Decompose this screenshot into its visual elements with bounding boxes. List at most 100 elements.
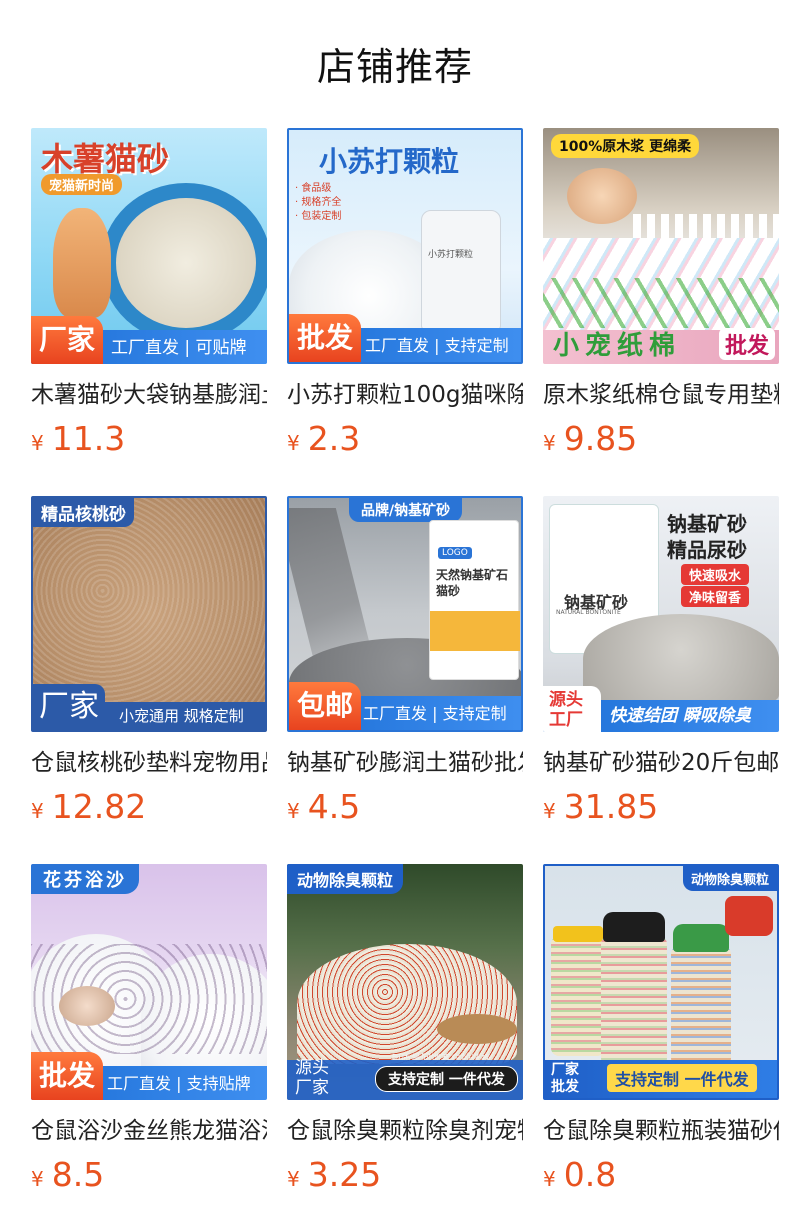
currency-symbol: ¥: [287, 799, 300, 823]
product-price: ¥31.85: [543, 787, 658, 826]
image-top-label: 精品核桃砂: [33, 498, 134, 527]
product-price: ¥3.25: [287, 1155, 381, 1194]
litter-pile: [116, 198, 256, 328]
promo-band-text: 工厂直发 | 可贴牌: [111, 338, 247, 358]
product-bag: LOGO 天然钠基矿石猫砂: [429, 520, 520, 680]
jar-cap: [725, 896, 773, 936]
litter-pile: [583, 614, 779, 704]
product-price: ¥2.3: [287, 419, 360, 458]
product-badge: 包邮: [289, 682, 362, 730]
green-leaves: [543, 278, 779, 328]
product-badge: 厂家: [31, 316, 104, 364]
product-image[interactable]: 小苏打颗粒 · 食品级 · 规格齐全 · 包装定制 小苏打颗粒 批发 工厂直发 …: [287, 128, 523, 364]
jar-cap: [603, 912, 665, 942]
currency-symbol: ¥: [31, 1167, 44, 1191]
feature-tag: 净味留香: [681, 586, 750, 607]
product-image[interactable]: 木薯猫砂 宠猫新时尚 厂家 工厂直发 | 可贴牌: [31, 128, 267, 364]
bag-label: 小苏打颗粒: [428, 250, 474, 260]
bag-sublabel: NATURAL BONTONITE: [556, 609, 621, 616]
wooden-tray: [437, 1014, 517, 1044]
price-value: 4.5: [307, 787, 361, 826]
product-badge: 厂家: [33, 684, 105, 730]
product-title[interactable]: 钠基矿砂猫砂20斤包邮: [543, 749, 779, 777]
price-value: 3.25: [307, 1155, 382, 1194]
bag-logo: LOGO: [438, 547, 472, 559]
price-value: 2.3: [307, 419, 361, 458]
promo-band-text: 工厂直发 | 支持定制: [365, 336, 509, 355]
product-badge: 批发: [31, 1052, 104, 1100]
feature-item: · 食品级: [295, 183, 332, 194]
jar: [601, 936, 667, 1066]
product-badge: 源头厂家: [295, 1058, 329, 1098]
image-headline: 小苏打颗粒: [319, 145, 460, 178]
feature-list: · 食品级 · 规格齐全 · 包装定制: [295, 182, 341, 224]
image-top-label: 花芬浴沙: [31, 864, 139, 894]
promo-band-text: 工厂直发 | 支持定制: [363, 704, 507, 723]
image-top-label: 品牌/钠基矿砂: [349, 498, 463, 522]
price-value: 0.8: [563, 1155, 617, 1194]
currency-symbol: ¥: [287, 1167, 300, 1191]
granule-pile: [297, 944, 517, 1064]
feature-item: · 包装定制: [295, 211, 342, 222]
product-title[interactable]: 仓鼠除臭颗粒瓶装猫砂伴侣: [543, 1117, 779, 1145]
currency-symbol: ¥: [543, 1167, 556, 1191]
product-bag: 小苏打颗粒: [421, 210, 501, 330]
product-title[interactable]: 木薯猫砂大袋钠基膨润土: [31, 381, 267, 409]
product-image[interactable]: 品牌/钠基矿砂 LOGO 天然钠基矿石猫砂 包邮 工厂直发 | 支持定制: [287, 496, 523, 732]
image-headline: 小宠纸棉: [553, 331, 682, 361]
price-value: 12.82: [51, 787, 147, 826]
promo-band-text: 小宠通用 规格定制: [119, 707, 244, 725]
product-image[interactable]: 动物除臭颗粒 厂家批发 支持定制 一件代发: [543, 864, 779, 1100]
image-tag: 宠猫新时尚: [41, 174, 123, 195]
product-price: ¥11.3: [31, 419, 125, 458]
promo-band-text: 快速结团 瞬吸除臭: [609, 706, 751, 726]
currency-symbol: ¥: [287, 431, 300, 455]
page-title: 店铺推荐: [316, 45, 473, 89]
promo-band-text: 工厂直发 | 支持贴牌: [107, 1074, 251, 1093]
jar: [671, 946, 731, 1066]
product-title[interactable]: 钠基矿砂膨润土猫砂批发: [287, 749, 523, 777]
currency-symbol: ¥: [31, 799, 44, 823]
image-headline: 钠基矿砂: [667, 512, 747, 536]
product-image[interactable]: 钠基矿砂 NATURAL BONTONITE 钠基矿砂 精品尿砂 快速吸水 净味…: [543, 496, 779, 732]
hamster-figure: [59, 986, 115, 1026]
product-badge: 批发: [718, 328, 775, 360]
price-value: 9.85: [563, 419, 638, 458]
product-title[interactable]: 仓鼠核桃砂垫料宠物用品: [31, 749, 267, 777]
bag-label: 天然钠基矿石猫砂: [436, 568, 509, 598]
product-image[interactable]: 100%原木浆 更绵柔 小宠纸棉 批发: [543, 128, 779, 364]
product-image[interactable]: 精品核桃砂 厂家 小宠通用 规格定制: [31, 496, 267, 732]
jar: [551, 936, 605, 1056]
feature-item: · 规格齐全: [295, 197, 342, 208]
product-price: ¥12.82: [31, 787, 146, 826]
product-price: ¥0.8: [543, 1155, 616, 1194]
product-title[interactable]: 仓鼠浴沙金丝熊龙猫浴沙: [31, 1117, 267, 1145]
cat-figure: [53, 208, 111, 318]
product-price: ¥8.5: [31, 1155, 104, 1194]
price-value: 11.3: [51, 419, 126, 458]
product-title[interactable]: 原木浆纸棉仓鼠专用垫料: [543, 381, 779, 409]
jar-cap: [553, 926, 603, 942]
image-top-label: 动物除臭颗粒: [682, 866, 777, 891]
currency-symbol: ¥: [543, 799, 556, 823]
promo-band-text: 支持定制 一件代发: [607, 1064, 757, 1092]
product-badge: 源头工厂: [543, 686, 601, 732]
product-price: ¥4.5: [287, 787, 360, 826]
image-top-label: 100%原木浆 更绵柔: [551, 134, 700, 158]
feature-tag: 快速吸水: [681, 564, 750, 585]
jar-cap: [673, 924, 729, 952]
price-value: 8.5: [51, 1155, 105, 1194]
currency-symbol: ¥: [31, 431, 44, 455]
product-price: ¥9.85: [543, 419, 637, 458]
hamster-figure: [567, 168, 637, 224]
image-headline-2: 精品尿砂: [667, 538, 747, 562]
bag-stripe: [430, 611, 520, 651]
image-top-label: 动物除臭颗粒: [287, 864, 404, 894]
promo-band-text: 支持定制 一件代发: [375, 1066, 518, 1092]
price-value: 31.85: [563, 787, 659, 826]
product-image[interactable]: 花芬浴沙 批发 工厂直发 | 支持贴牌: [31, 864, 267, 1100]
product-title[interactable]: 小苏打颗粒100g猫咪除臭: [287, 381, 523, 409]
product-title[interactable]: 仓鼠除臭颗粒除臭剂宠物: [287, 1117, 523, 1145]
currency-symbol: ¥: [543, 431, 556, 455]
product-image[interactable]: 动物除臭颗粒 用质量回馈客户的选择 源头厂家 支持定制 一件代发: [287, 864, 523, 1100]
